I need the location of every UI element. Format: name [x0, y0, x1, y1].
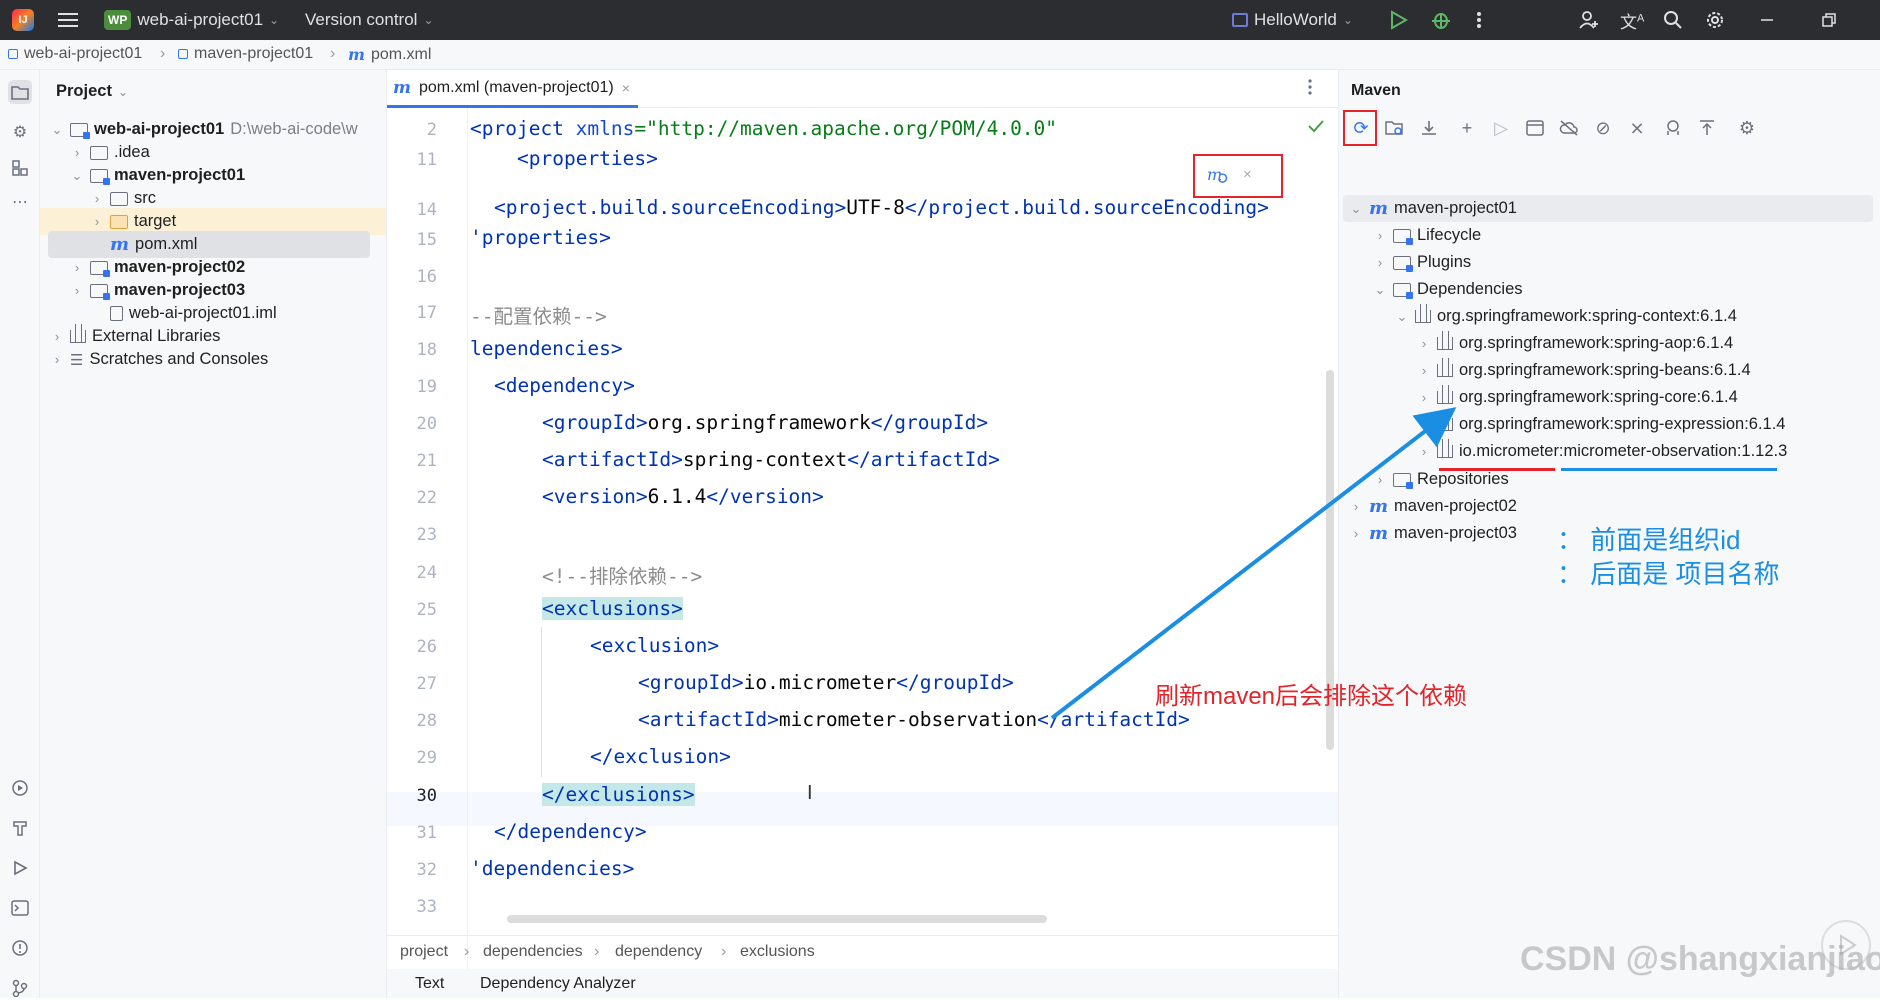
watermark: CSDN @shangxianjiao	[1520, 940, 1880, 978]
annotation-refresh-note: 刷新maven后会排除这个依赖	[1155, 683, 1468, 710]
annotation-arrow	[1050, 407, 1457, 720]
